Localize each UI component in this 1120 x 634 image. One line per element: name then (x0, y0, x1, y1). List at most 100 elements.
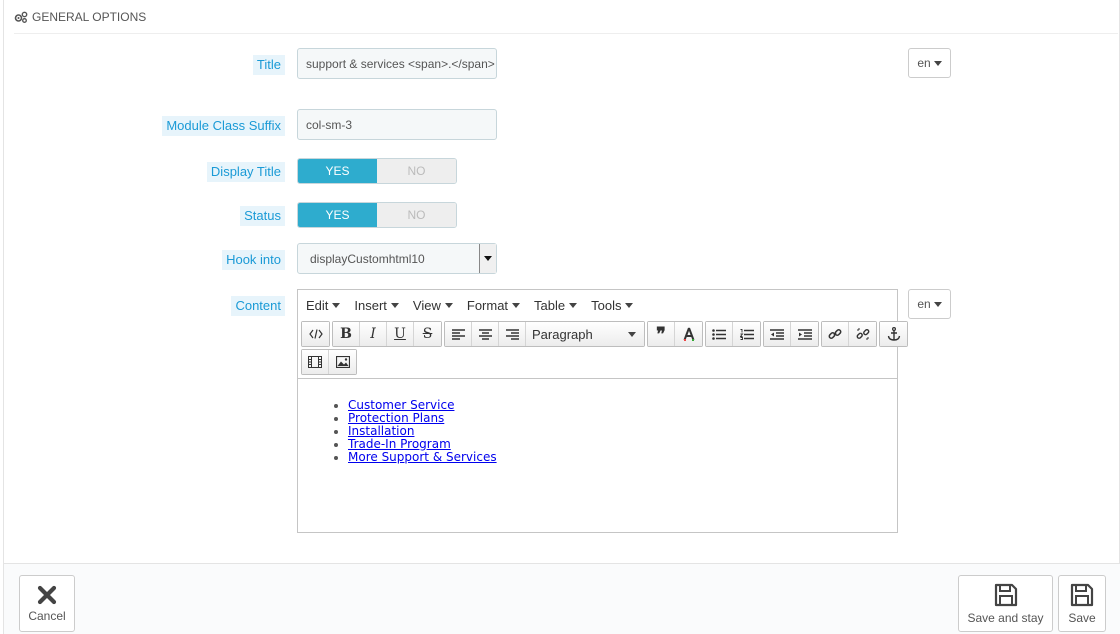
strikethrough-button[interactable]: S (414, 322, 441, 346)
toolbar-group-media (301, 349, 357, 375)
blockquote-button[interactable]: ❞ (648, 322, 675, 346)
caret-down-icon (933, 60, 942, 66)
editor-content-area[interactable]: Customer Service Protection Plans Instal… (298, 378, 897, 532)
caret-down-icon (390, 302, 399, 308)
save-label: Save (1068, 610, 1096, 625)
indent-icon (797, 328, 812, 340)
status-label: Status (240, 206, 285, 226)
title-input[interactable]: support & services <span>.</span> (297, 48, 497, 79)
caret-down-icon (444, 302, 453, 308)
bullet-list-button[interactable] (706, 322, 733, 346)
content-lang-dropdown[interactable]: en (908, 289, 951, 319)
floppy-disk-icon (994, 583, 1017, 606)
text-color-button[interactable] (675, 322, 702, 346)
indent-button[interactable] (791, 322, 818, 346)
content-label-wrap: Content (231, 296, 285, 316)
caret-down-icon (332, 302, 341, 308)
menu-table-label: Table (534, 297, 566, 313)
outdent-button[interactable] (764, 322, 791, 346)
module-class-suffix-input[interactable]: col-sm-3 (297, 109, 497, 140)
rich-text-editor[interactable]: Edit Insert View Format Table Tools B I … (297, 289, 908, 533)
link-protection-plans[interactable]: Protection Plans (348, 411, 444, 425)
display-title-no[interactable]: NO (377, 159, 456, 183)
content-lang-label: en (917, 297, 931, 311)
insert-video-button[interactable] (302, 350, 329, 374)
menu-tools-label: Tools (591, 297, 622, 313)
source-code-button[interactable] (302, 322, 329, 346)
menu-insert[interactable]: Insert (354, 298, 399, 313)
numbered-list-button[interactable] (733, 322, 760, 346)
insert-image-button[interactable] (329, 350, 356, 374)
anchor-icon (887, 327, 900, 341)
status-label-wrap: Status (240, 206, 285, 226)
save-and-stay-button[interactable]: Save and stay (958, 575, 1053, 632)
link-trade-in-program[interactable]: Trade-In Program (348, 437, 451, 451)
bold-button[interactable]: B (333, 322, 360, 346)
align-right-button[interactable] (499, 322, 526, 346)
unlink-button[interactable] (849, 322, 876, 346)
toolbar-group-indent (763, 321, 819, 347)
content-label: Content (231, 296, 285, 316)
panel-footer: Cancel Save and stay Save (4, 563, 1120, 634)
quote-icon: ❞ (656, 323, 666, 345)
underline-icon: U (394, 326, 406, 342)
align-center-button[interactable] (472, 322, 499, 346)
menu-insert-label: Insert (354, 297, 387, 313)
align-right-icon (505, 328, 519, 340)
content-link-list: Customer Service Protection Plans Instal… (348, 399, 897, 464)
bullet-list-icon (712, 328, 726, 340)
title-lang-label: en (917, 56, 931, 70)
module-class-suffix-label-wrap: Module Class Suffix (162, 116, 285, 136)
underline-button[interactable]: U (387, 322, 414, 346)
caret-down-icon (625, 302, 634, 308)
title-label-wrap: Title (252, 55, 285, 75)
menu-view[interactable]: View (413, 298, 453, 313)
save-button[interactable]: Save (1058, 575, 1106, 632)
display-title-label-wrap: Display Title (206, 162, 285, 182)
display-title-yes[interactable]: YES (298, 159, 377, 183)
display-title-switch[interactable]: YES NO (297, 158, 457, 184)
caret-down-icon (933, 301, 942, 307)
link-customer-service[interactable]: Customer Service (348, 398, 454, 412)
link-installation[interactable]: Installation (348, 424, 414, 438)
toolbar-group-text: B I U S (332, 321, 442, 347)
toolbar-group-anchor (879, 321, 908, 347)
hook-into-value: displayCustomhtml10 (310, 251, 425, 266)
hook-into-label: Hook into (222, 250, 285, 270)
status-yes[interactable]: YES (298, 203, 377, 227)
align-left-icon (451, 328, 465, 340)
code-icon (308, 329, 323, 339)
toolbar-group-code (301, 321, 330, 347)
outdent-icon (770, 328, 784, 340)
insert-link-button[interactable] (822, 322, 849, 346)
general-options-panel: GENERAL OPTIONS Title support & services… (3, 0, 1120, 634)
italic-button[interactable]: I (360, 322, 387, 346)
menu-edit[interactable]: Edit (306, 297, 341, 313)
status-switch[interactable]: YES NO (297, 202, 457, 228)
image-icon (335, 356, 350, 368)
select-arrow-icon[interactable] (479, 244, 496, 273)
format-select-value: Paragraph (532, 326, 593, 342)
anchor-button[interactable] (880, 322, 907, 346)
menu-format[interactable]: Format (466, 297, 521, 313)
hook-into-label-wrap: Hook into (222, 250, 285, 270)
italic-icon: I (370, 326, 376, 342)
menu-format-label: Format (466, 297, 509, 313)
close-icon (37, 585, 57, 604)
unlink-icon (856, 328, 869, 340)
cancel-label: Cancel (28, 608, 66, 623)
bold-icon: B (340, 326, 352, 342)
cancel-button[interactable]: Cancel (19, 575, 75, 632)
title-lang-dropdown[interactable]: en (908, 48, 951, 78)
menu-tools[interactable]: Tools (591, 297, 634, 313)
format-select[interactable]: Paragraph (526, 322, 644, 346)
menu-table[interactable]: Table (534, 297, 578, 313)
title-label: Title (252, 55, 285, 75)
status-no[interactable]: NO (377, 203, 456, 227)
hook-into-select[interactable]: displayCustomhtml10 (297, 243, 497, 274)
align-left-button[interactable] (445, 322, 472, 346)
toolbar-row-1: B I U S Paragraph ❞ (301, 320, 908, 348)
numbered-list-icon (739, 328, 754, 340)
menu-edit-label: Edit (306, 297, 329, 313)
link-more-support-services[interactable]: More Support & Services (348, 450, 497, 464)
